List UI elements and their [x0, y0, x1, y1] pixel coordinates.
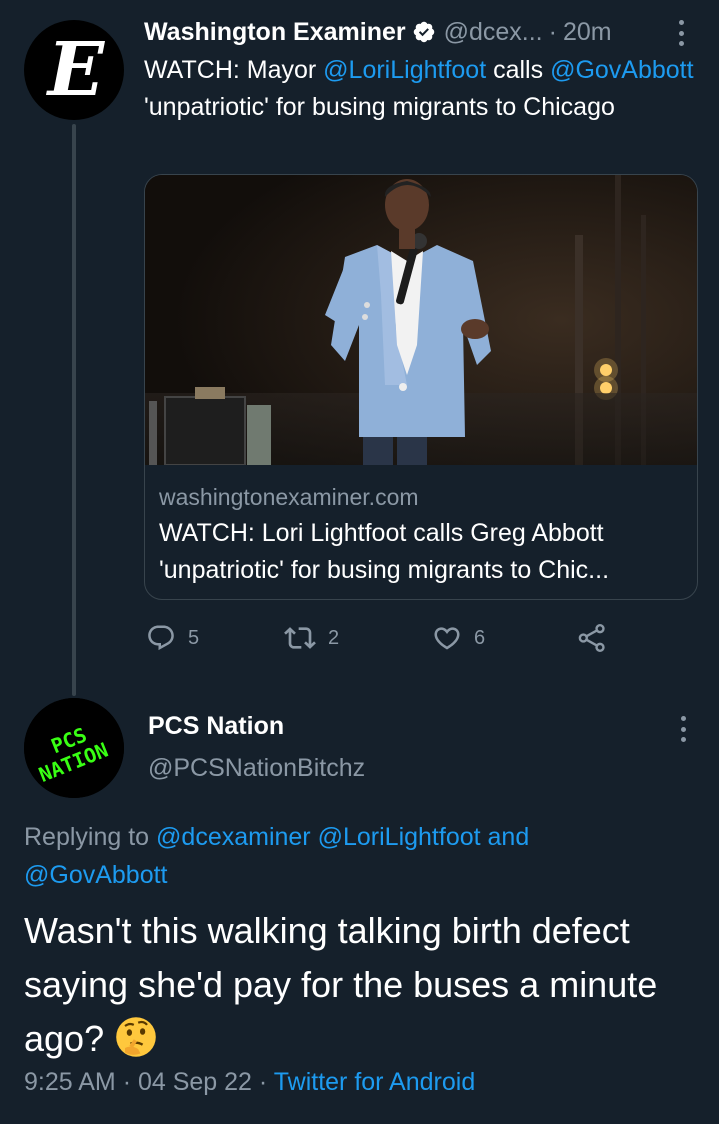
- link-title-line1: WATCH: Lori Lightfoot calls Greg Abbott: [159, 519, 604, 547]
- retweet-icon: [284, 627, 316, 649]
- replying-to-line: Replying to @dcexaminer @LoriLightfoot a…: [24, 818, 694, 894]
- retweet-count: 2: [328, 626, 340, 649]
- reply-tweet-text: Wasn't this walking talking birth defect…: [24, 904, 714, 1066]
- mention-lorilightfoot[interactable]: @LoriLightfoot: [323, 56, 486, 84]
- tweet-thread: E Washington Examiner @dcex... · 20m WAT…: [0, 0, 719, 1124]
- reply-button[interactable]: 5: [146, 618, 199, 658]
- author-name[interactable]: Washington Examiner: [144, 18, 406, 47]
- thread-connector-line: [72, 124, 76, 696]
- heart-icon: [434, 627, 460, 650]
- reply-more-options-icon[interactable]: [678, 716, 688, 742]
- reply-author-handle[interactable]: @PCSNationBitchz: [148, 754, 365, 783]
- parent-tweet-text: WATCH: Mayor @LoriLightfoot calls @GovAb…: [144, 52, 704, 126]
- link-title-line2: 'unpatriotic' for busing migrants to Chi…: [159, 556, 610, 584]
- mention-govabbott[interactable]: @GovAbbott: [24, 861, 168, 889]
- mention-govabbott[interactable]: @GovAbbott: [550, 56, 694, 84]
- reply-count: 5: [188, 626, 200, 649]
- text-segment: 'unpatriotic' for busing migrants to Chi…: [144, 93, 615, 121]
- tweet-time[interactable]: 20m: [563, 18, 612, 47]
- and-others-link[interactable]: and: [481, 823, 530, 851]
- reply-icon: [148, 625, 174, 651]
- link-preview-card[interactable]: washingtonexaminer.com WATCH: Lori Light…: [144, 174, 698, 600]
- tweet-source-link[interactable]: Twitter for Android: [274, 1068, 475, 1096]
- replying-prefix: Replying to: [24, 823, 157, 851]
- link-domain: washingtonexaminer.com: [159, 484, 419, 510]
- tweet-timestamp[interactable]: 9:25 AM: [24, 1068, 116, 1096]
- separator-dot: ·: [548, 17, 557, 46]
- avatar-letter: E: [47, 27, 105, 113]
- tweet-action-bar: 5 2 6: [146, 618, 616, 658]
- meta-separator: ·: [258, 1068, 268, 1096]
- share-button[interactable]: [576, 618, 608, 658]
- tweet-metadata: 9:25 AM · 04 Sep 22 · Twitter for Androi…: [24, 1068, 475, 1097]
- verified-badge-icon: [413, 21, 434, 43]
- like-button[interactable]: 6: [432, 618, 485, 658]
- like-count: 6: [474, 626, 486, 649]
- more-options-icon[interactable]: [676, 20, 686, 46]
- pcs-nation-avatar[interactable]: PCS NATION: [24, 698, 124, 798]
- tweet-date[interactable]: 04 Sep 22: [138, 1068, 252, 1096]
- washington-examiner-avatar[interactable]: E: [24, 20, 124, 120]
- link-card-body: washingtonexaminer.com WATCH: Lori Light…: [159, 479, 689, 589]
- author-handle[interactable]: @dcex...: [444, 18, 543, 47]
- meta-separator: ·: [122, 1068, 132, 1096]
- parent-tweet-header: Washington Examiner @dcex... · 20m: [144, 14, 704, 50]
- share-icon: [578, 624, 605, 652]
- reply-author-name[interactable]: PCS Nation: [148, 712, 284, 741]
- text-segment: calls: [486, 56, 551, 84]
- text-segment: WATCH: Mayor: [144, 56, 324, 84]
- retweet-button[interactable]: 2: [284, 618, 339, 658]
- pcs-nation-logo: PCS NATION: [24, 698, 124, 798]
- thinking-face-emoji-icon: [116, 1017, 156, 1057]
- mention-dcexaminer[interactable]: @dcexaminer: [156, 823, 311, 851]
- article-photo[interactable]: [145, 175, 698, 465]
- mention-lorilightfoot[interactable]: @LoriLightfoot: [318, 823, 481, 851]
